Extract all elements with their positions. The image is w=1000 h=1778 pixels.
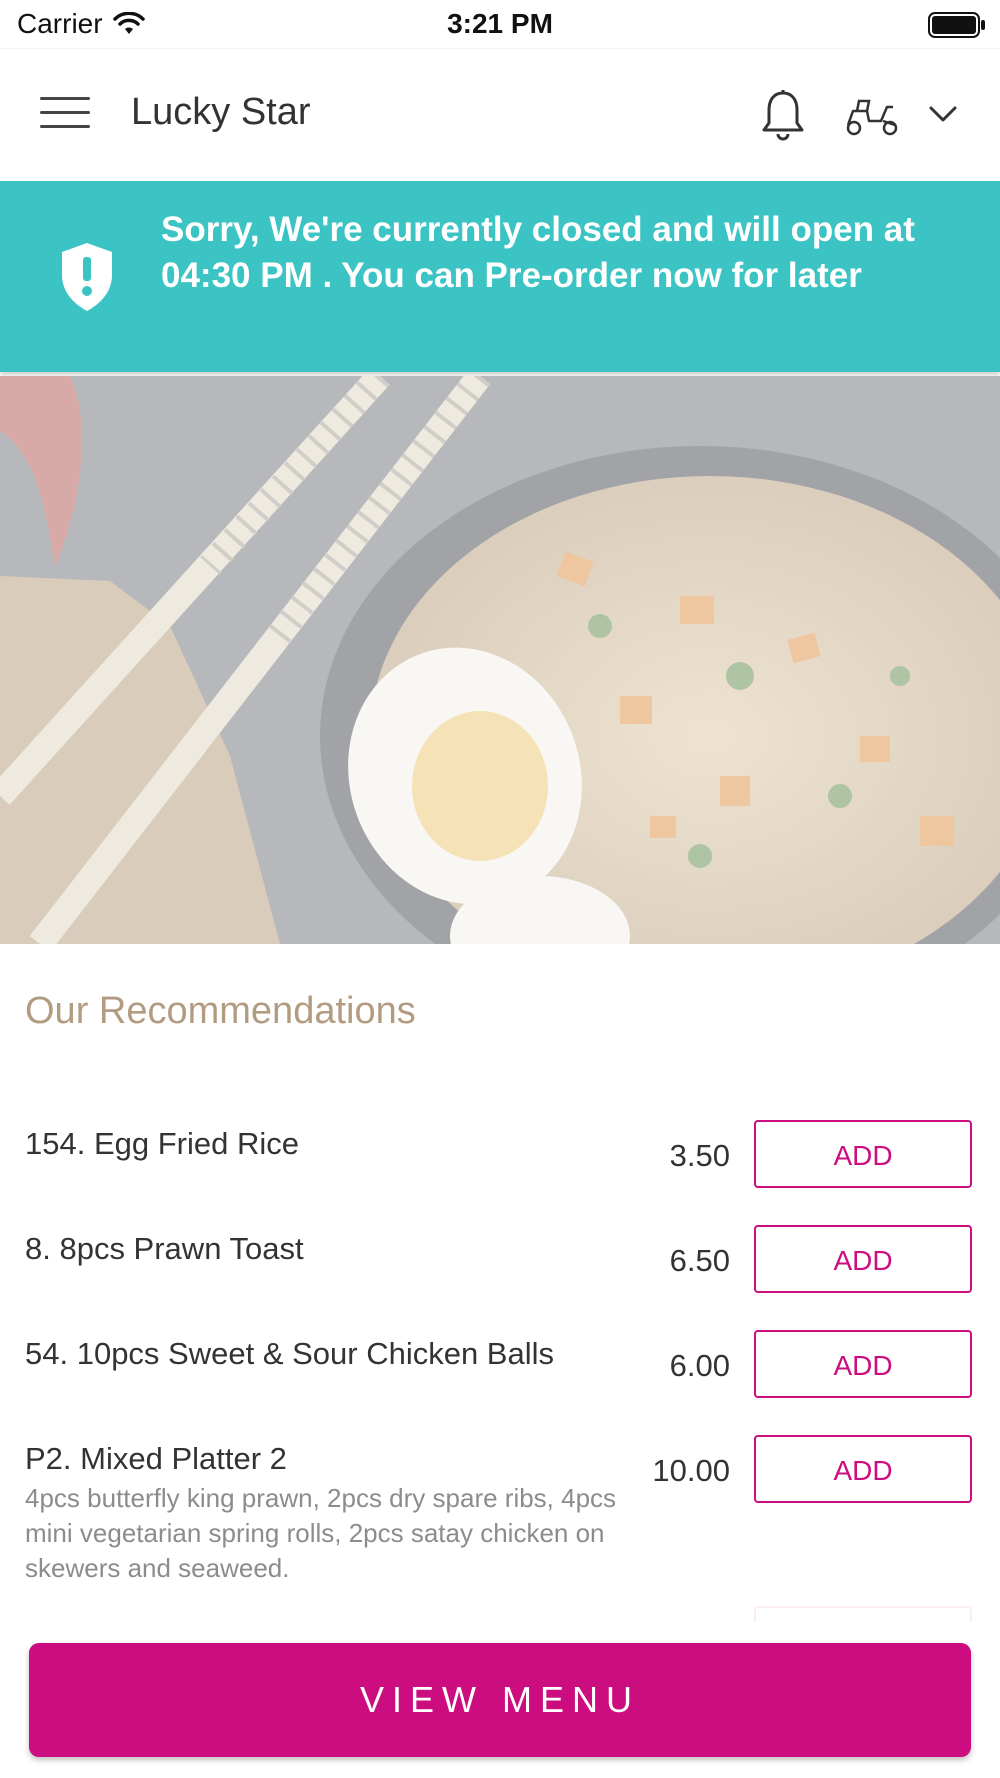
item-name: P2. Mixed Platter 2 <box>25 1441 287 1476</box>
item-price: 6.00 <box>669 1348 730 1383</box>
app-header: Lucky Star <box>0 48 1000 181</box>
item-name: 54. 10pcs Sweet & Sour Chicken Balls <box>25 1336 554 1371</box>
hero-food-image <box>0 376 1000 944</box>
bell-icon[interactable] <box>760 89 806 143</box>
delivery-scooter-icon[interactable] <box>843 97 901 137</box>
recommendations-title: Our Recommendations <box>25 990 416 1032</box>
add-button[interactable]: ADD <box>754 1120 972 1188</box>
chevron-down-icon[interactable] <box>928 105 958 123</box>
add-button[interactable]: ADD <box>754 1225 972 1293</box>
item-price: 10.00 <box>652 1453 730 1488</box>
view-menu-button[interactable]: VIEW MENU <box>29 1643 971 1757</box>
item-name: 154. Egg Fried Rice <box>25 1126 299 1161</box>
closed-notice-text: Sorry, We're currently closed and will o… <box>161 210 915 295</box>
item-price: 6.50 <box>669 1243 730 1278</box>
item-name: 8. 8pcs Prawn Toast <box>25 1231 304 1266</box>
status-bar: Carrier 3:21 PM <box>0 0 1000 48</box>
recommendations-list: 154. Egg Fried Rice 3.50 ADD 8. 8pcs Pra… <box>0 1100 1000 1622</box>
battery-icon <box>928 12 986 43</box>
add-button[interactable]: ADD <box>754 1330 972 1398</box>
status-time: 3:21 PM <box>447 8 553 39</box>
restaurant-name: Lucky Star <box>131 91 311 133</box>
shield-alert-icon <box>62 243 112 311</box>
hamburger-menu-icon[interactable] <box>40 97 90 131</box>
item-description: 4pcs butterfly king prawn, 2pcs dry spar… <box>25 1483 617 1583</box>
add-button[interactable]: ADD <box>754 1435 972 1503</box>
item-price: 3.50 <box>669 1138 730 1173</box>
closed-notice-banner: Sorry, We're currently closed and will o… <box>0 181 1000 372</box>
